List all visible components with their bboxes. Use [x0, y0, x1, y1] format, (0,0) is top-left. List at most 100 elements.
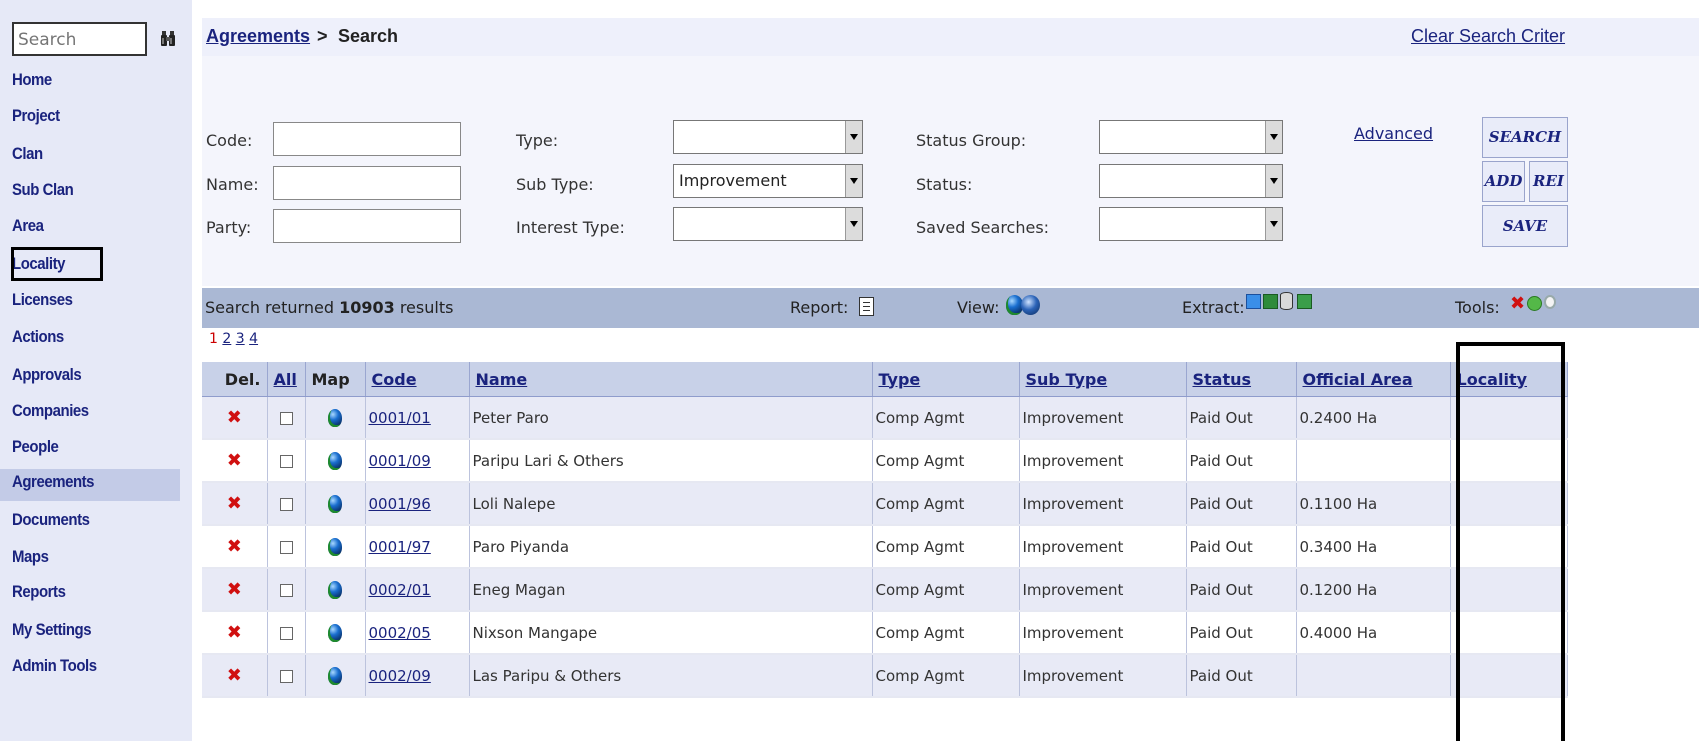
breadcrumb-agreements-link[interactable]: Agreements — [206, 26, 310, 47]
map-globe-icon[interactable] — [328, 623, 342, 642]
col-header-locality[interactable]: Locality — [1450, 362, 1568, 397]
code-link[interactable]: 0001/09 — [369, 452, 431, 470]
code-link[interactable]: 0001/01 — [369, 409, 431, 427]
sidebar-item-approvals[interactable]: Approvals — [12, 365, 82, 385]
binoculars-icon[interactable] — [160, 30, 176, 48]
sidebar-item-project[interactable]: Project — [12, 106, 60, 126]
row-checkbox[interactable] — [279, 540, 293, 554]
sidebar-item-clan[interactable]: Clan — [12, 144, 43, 164]
col-header-status[interactable]: Status — [1186, 362, 1297, 397]
map-globe-icon[interactable] — [328, 666, 342, 685]
delete-icon[interactable]: ✖ — [227, 407, 242, 428]
sidebar-item-home[interactable]: Home — [12, 70, 52, 90]
row-checkbox[interactable] — [279, 454, 293, 468]
search-button[interactable]: SEARCH — [1482, 117, 1568, 158]
interest-type-select[interactable] — [673, 207, 863, 241]
col-header-subtype[interactable]: Sub Type — [1019, 362, 1187, 397]
sort-name-link[interactable]: Name — [476, 370, 528, 389]
page-link-2[interactable]: 2 — [222, 331, 231, 347]
advanced-search-link[interactable]: Advanced — [1354, 124, 1433, 143]
csv-export-icon[interactable] — [1297, 294, 1312, 309]
reset-button[interactable]: REI — [1529, 161, 1568, 202]
delete-icon[interactable]: ✖ — [227, 665, 242, 686]
chevron-down-icon[interactable] — [845, 208, 862, 240]
row-checkbox[interactable] — [279, 411, 293, 425]
sidebar-item-admin-tools[interactable]: Admin Tools — [12, 656, 97, 676]
subtype-select[interactable]: Improvement — [673, 164, 863, 198]
sidebar-item-people[interactable]: People — [12, 437, 59, 457]
save-button[interactable]: SAVE — [1482, 205, 1568, 247]
sort-status-link[interactable]: Status — [1193, 370, 1252, 389]
map-globe-icon[interactable] — [328, 408, 342, 427]
code-link[interactable]: 0001/96 — [369, 495, 431, 513]
zoom-tool-icon[interactable] — [1544, 295, 1556, 309]
map-globe-icon[interactable] — [328, 451, 342, 470]
add-button[interactable]: ADD — [1482, 161, 1525, 202]
sidebar-item-reports[interactable]: Reports — [12, 582, 66, 602]
page-link-3[interactable]: 3 — [236, 331, 245, 347]
party-input[interactable] — [273, 209, 461, 243]
sort-type-link[interactable]: Type — [879, 370, 921, 389]
sidebar-item-licenses[interactable]: Licenses — [12, 290, 73, 310]
status-group-select[interactable] — [1099, 120, 1283, 154]
globe-search-icon[interactable] — [1021, 295, 1040, 315]
sidebar-item-documents[interactable]: Documents — [12, 510, 90, 530]
sidebar-item-sub-clan[interactable]: Sub Clan — [12, 180, 74, 200]
row-checkbox[interactable] — [279, 497, 293, 511]
sidebar-item-area[interactable]: Area — [12, 216, 44, 236]
sidebar-search-field[interactable] — [12, 22, 147, 56]
sort-locality-link[interactable]: Locality — [1457, 370, 1528, 389]
type-select[interactable] — [673, 120, 863, 154]
saved-searches-select[interactable] — [1099, 207, 1283, 241]
code-link[interactable]: 0001/97 — [369, 538, 431, 556]
col-header-all[interactable]: All — [267, 362, 306, 397]
database-export-icon[interactable] — [1280, 292, 1293, 310]
map-globe-icon[interactable] — [328, 537, 342, 556]
code-link[interactable]: 0002/09 — [369, 667, 431, 685]
sidebar-item-agreements[interactable]: Agreements — [12, 472, 95, 492]
name-input[interactable] — [273, 166, 461, 200]
status-select[interactable] — [1099, 164, 1283, 198]
add-tool-icon[interactable] — [1527, 296, 1542, 311]
chevron-down-icon[interactable] — [845, 121, 862, 153]
delete-icon[interactable]: ✖ — [227, 493, 242, 514]
row-checkbox[interactable] — [279, 583, 293, 597]
word-export-icon[interactable] — [1246, 294, 1261, 309]
sort-subtype-link[interactable]: Sub Type — [1026, 370, 1108, 389]
sidebar-item-maps[interactable]: Maps — [12, 547, 49, 567]
clear-search-criteria-link[interactable]: Clear Search Criter — [1411, 26, 1565, 47]
chevron-down-icon[interactable] — [1265, 208, 1282, 240]
code-link[interactable]: 0002/05 — [369, 624, 431, 642]
map-globe-icon[interactable] — [328, 580, 342, 599]
col-header-name[interactable]: Name — [469, 362, 873, 397]
page-link-4[interactable]: 4 — [249, 331, 258, 347]
row-checkbox[interactable] — [279, 669, 293, 683]
delete-cell: ✖ — [202, 525, 268, 569]
row-checkbox[interactable] — [279, 626, 293, 640]
chevron-down-icon[interactable] — [1265, 121, 1282, 153]
select-all-link[interactable]: All — [274, 370, 297, 389]
sidebar-search-input[interactable] — [14, 24, 142, 56]
col-header-type[interactable]: Type — [872, 362, 1020, 397]
chevron-down-icon[interactable] — [845, 165, 862, 197]
sort-area-link[interactable]: Official Area — [1303, 370, 1413, 389]
sort-code-link[interactable]: Code — [372, 370, 417, 389]
chevron-down-icon[interactable] — [1265, 165, 1282, 197]
col-header-area[interactable]: Official Area — [1296, 362, 1451, 397]
col-header-code[interactable]: Code — [365, 362, 470, 397]
delete-icon[interactable]: ✖ — [227, 622, 242, 643]
sidebar-item-companies[interactable]: Companies — [12, 401, 89, 421]
sidebar-item-actions[interactable]: Actions — [12, 327, 64, 347]
map-globe-icon[interactable] — [328, 494, 342, 513]
breadcrumb-separator: > — [317, 26, 328, 46]
delete-icon[interactable]: ✖ — [227, 579, 242, 600]
sidebar-item-my-settings[interactable]: My Settings — [12, 620, 92, 640]
delete-icon[interactable]: ✖ — [227, 536, 242, 557]
excel-export-icon[interactable] — [1263, 294, 1278, 309]
interest-type-label: Interest Type: — [516, 218, 625, 237]
delete-tool-icon[interactable]: ✖ — [1510, 295, 1525, 313]
report-document-icon[interactable] — [859, 297, 874, 316]
code-input[interactable] — [273, 122, 461, 156]
code-link[interactable]: 0002/01 — [369, 581, 431, 599]
delete-icon[interactable]: ✖ — [227, 450, 242, 471]
